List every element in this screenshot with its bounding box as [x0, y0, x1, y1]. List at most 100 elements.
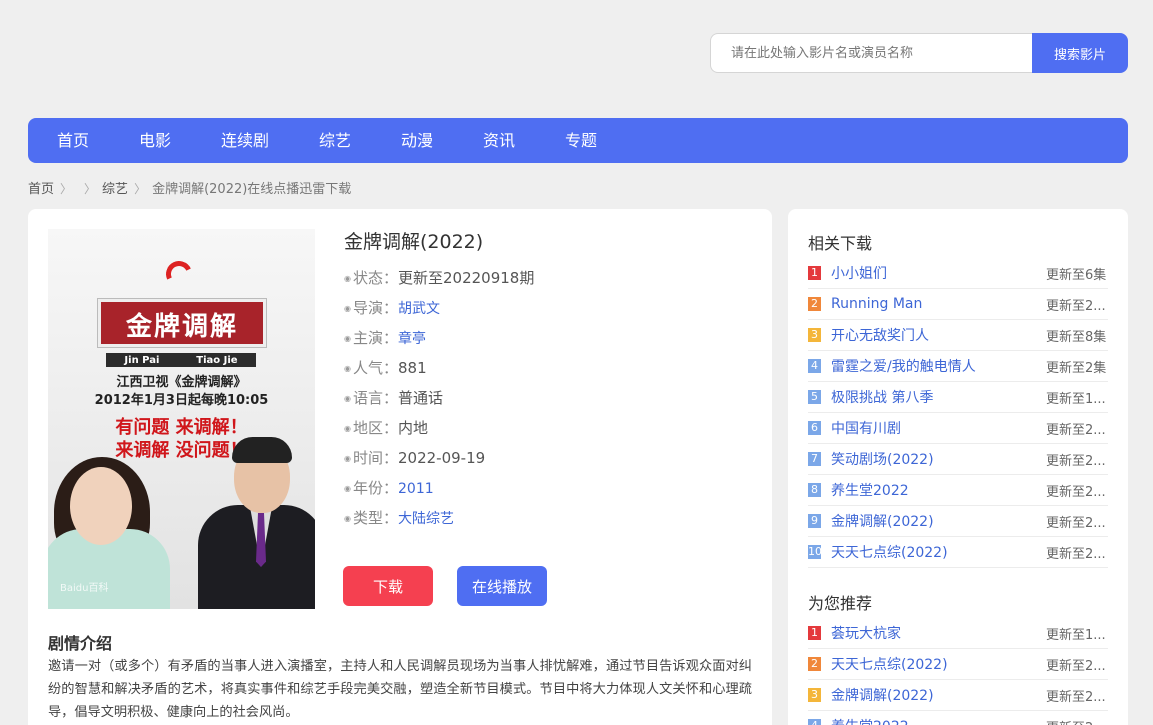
poster-host-male-hair: [232, 437, 292, 463]
update-status: 更新至2...: [1046, 717, 1108, 725]
info-value: 内地: [398, 419, 429, 437]
list-item: 7 笑动剧场(2022) 更新至2...: [808, 444, 1108, 475]
poster-image: 金牌调解 Jin Pai Tiao Jie 江西卫视《金牌调解》 2012年1月…: [48, 229, 315, 609]
rank-badge: 7: [808, 452, 821, 466]
info-label: 时间：: [344, 449, 398, 467]
info-label: 状态：: [344, 269, 398, 287]
rank-badge: 10: [808, 545, 822, 559]
nav-item-series[interactable]: 连续剧: [221, 118, 269, 163]
play-online-button[interactable]: 在线播放: [457, 566, 547, 606]
update-status: 更新至2...: [1046, 298, 1106, 314]
list-item-link[interactable]: 天天七点综(2022): [831, 542, 1046, 562]
list-item-link[interactable]: 极限挑战 第八季: [831, 387, 1046, 407]
update-status: 更新至2集: [1046, 360, 1107, 376]
list-item-link[interactable]: Running Man: [831, 296, 1046, 312]
rank-badge: 9: [808, 514, 821, 528]
list-item: 6 中国有川剧 更新至2...: [808, 413, 1108, 444]
list-item: 2 天天七点综(2022) 更新至2...: [808, 649, 1108, 680]
list-item: 3 金牌调解(2022) 更新至2...: [808, 680, 1108, 711]
list-item: 1 荟玩大杭家 更新至1...: [808, 618, 1108, 649]
director-link[interactable]: 胡武文: [398, 301, 440, 317]
info-label: 主演：: [344, 329, 398, 347]
breadcrumb-category[interactable]: 综艺: [102, 178, 128, 197]
poster-title: 金牌调解: [125, 312, 238, 342]
rank-badge: 5: [808, 390, 821, 404]
rank-badge: 1: [808, 626, 821, 640]
update-status: 更新至2...: [1046, 658, 1106, 674]
list-item-link[interactable]: 雷霆之爱/我的触电情人: [831, 356, 1046, 376]
info-cast: 主演：章亭: [344, 327, 754, 357]
list-item: 3 开心无敌奖门人 更新至8集: [808, 320, 1108, 351]
update-status: 更新至1...: [1046, 391, 1106, 407]
channel-logo-icon: [162, 257, 196, 291]
list-item: 10 天天七点综(2022) 更新至2...: [808, 537, 1108, 568]
update-status: 更新至2...: [1046, 515, 1106, 531]
breadcrumb-current: 金牌调解(2022)在线点播迅雷下载: [152, 182, 352, 197]
info-genre: 类型：大陆综艺: [344, 507, 754, 537]
nav-item-anime[interactable]: 动漫: [401, 118, 433, 163]
cast-link[interactable]: 章亭: [398, 331, 426, 347]
list-item-link[interactable]: 笑动剧场(2022): [831, 449, 1046, 469]
update-status: 更新至6集: [1046, 267, 1107, 283]
list-item-link[interactable]: 小小姐们: [831, 263, 1046, 283]
info-language: 语言：普通话: [344, 387, 754, 417]
download-button[interactable]: 下载: [343, 566, 433, 606]
list-item-link[interactable]: 荟玩大杭家: [831, 623, 1046, 643]
search-button[interactable]: 搜索影片: [1032, 33, 1128, 73]
list-item: 8 养生堂2022 更新至2...: [808, 475, 1108, 506]
list-item: 4 养生堂2022更新至2...: [808, 711, 1108, 725]
nav-item-variety[interactable]: 综艺: [319, 118, 351, 163]
poster-watermark: Baidu百科: [60, 583, 109, 594]
rank-badge: 2: [808, 657, 821, 671]
poster-channel-line: 江西卫视《金牌调解》: [116, 375, 247, 390]
year-link[interactable]: 2011: [398, 481, 434, 497]
poster-title-plate: 金牌调解: [98, 299, 266, 347]
related-heading: 相关下载: [808, 234, 873, 253]
update-status: 更新至2...: [1046, 484, 1106, 500]
rank-badge: 4: [808, 359, 821, 373]
info-value: 更新至20220918期: [398, 269, 535, 287]
recommend-heading: 为您推荐: [808, 594, 873, 613]
update-status: 更新至1...: [1046, 627, 1106, 643]
list-item: 5 极限挑战 第八季 更新至1...: [808, 382, 1108, 413]
info-label: 年份：: [344, 479, 398, 497]
info-popularity: 人气：881: [344, 357, 754, 387]
breadcrumb-separator: 〉: [134, 182, 147, 196]
poster-pinyin: Jin Pai Tiao Jie: [106, 353, 256, 367]
poster-schedule-line: 2012年1月3日起每晚10:05: [94, 393, 269, 408]
list-item-link[interactable]: 天天七点综(2022): [831, 654, 1046, 674]
list-item-link[interactable]: 开心无敌奖门人: [831, 325, 1046, 345]
nav-item-movies[interactable]: 电影: [139, 118, 171, 163]
page-title: 金牌调解(2022): [344, 231, 484, 253]
poster-pinyin-2: Tiao Jie: [196, 354, 238, 366]
nav-item-topics[interactable]: 专题: [565, 118, 597, 163]
rank-badge: 2: [808, 297, 821, 311]
rank-badge: 8: [808, 483, 821, 497]
breadcrumb-separator: 〉: [60, 182, 73, 196]
list-item-link[interactable]: 金牌调解(2022): [831, 685, 1046, 705]
breadcrumb-home[interactable]: 首页: [28, 178, 54, 197]
info-value: 2022-09-19: [398, 449, 486, 467]
nav-item-home[interactable]: 首页: [57, 118, 89, 163]
rank-badge: 3: [808, 328, 821, 342]
update-status: 更新至2...: [1046, 453, 1106, 469]
recommend-list: 1 荟玩大杭家 更新至1... 2 天天七点综(2022) 更新至2... 3 金牌调解(…: [808, 618, 1108, 725]
rank-badge: 3: [808, 688, 821, 702]
info-label: 语言：: [344, 389, 398, 407]
list-item: 9 金牌调解(2022) 更新至2...: [808, 506, 1108, 537]
detail-card: 金牌调解 Jin Pai Tiao Jie 江西卫视《金牌调解》 2012年1月…: [28, 209, 772, 725]
list-item-link[interactable]: 养生堂2022: [831, 480, 1046, 500]
list-item-link[interactable]: 金牌调解(2022): [831, 511, 1046, 531]
list-item-link[interactable]: 中国有川剧: [831, 418, 1046, 438]
search-input[interactable]: [710, 33, 1032, 73]
info-label: 类型：: [344, 509, 398, 527]
genre-link[interactable]: 大陆综艺: [398, 511, 454, 527]
rank-badge: 1: [808, 266, 821, 280]
list-item: 2 Running Man 更新至2...: [808, 289, 1108, 320]
update-status: 更新至2...: [1046, 689, 1106, 705]
search-bar: 搜索影片: [710, 33, 1128, 73]
list-item-link[interactable]: 养生堂2022: [831, 716, 1046, 725]
related-list: 1 小小姐们 更新至6集 2 Running Man 更新至2... 3 开心无敌奖门人更…: [808, 258, 1108, 568]
breadcrumb-separator: 〉: [84, 182, 97, 196]
nav-item-news[interactable]: 资讯: [483, 118, 515, 163]
